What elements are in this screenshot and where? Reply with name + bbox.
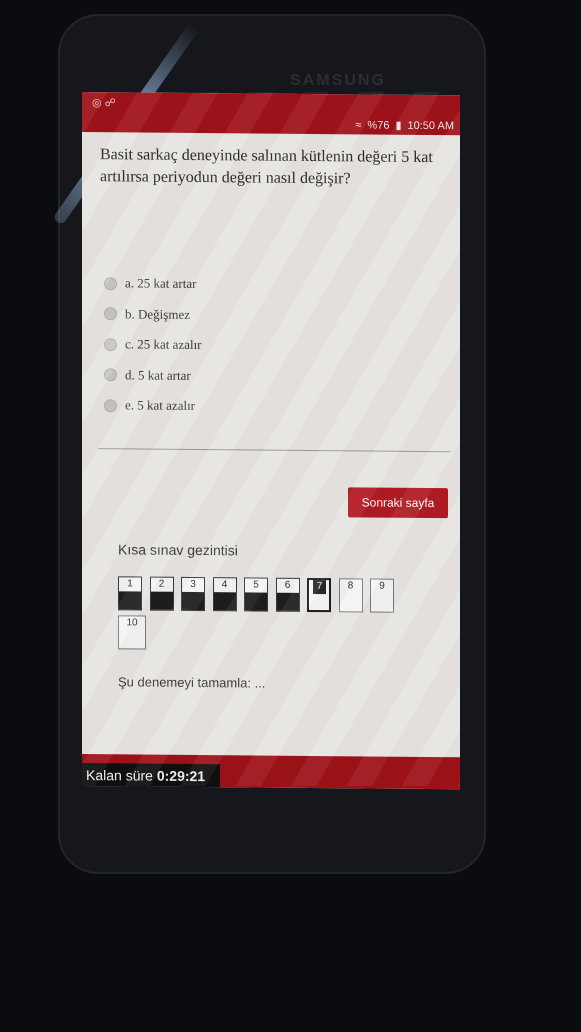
nav-row: 1 2 3 4 5 6 7 8 9 (118, 576, 418, 613)
radio-button[interactable] (104, 307, 117, 321)
question-number: 1 (127, 578, 133, 590)
option-label: b. Değişmez (125, 306, 190, 322)
question-nav-1[interactable]: 1 (118, 576, 142, 611)
option-label: a. 25 kat artar (125, 275, 197, 292)
question-nav-4[interactable]: 4 (212, 577, 237, 612)
nav-row: 10 (118, 615, 418, 652)
question-nav-10[interactable]: 10 (118, 615, 146, 650)
question-nav-5[interactable]: 5 (244, 577, 268, 612)
question-number: 7 (313, 580, 326, 595)
option-label: e. 5 kat azalır (125, 397, 196, 414)
question-number: 4 (221, 579, 228, 591)
option-b[interactable]: b. Değişmez (104, 299, 202, 330)
answer-options: a. 25 kat artar b. Değişmez c. 25 kat az… (104, 268, 202, 421)
question-text: Basit sarkaç deneyinde salınan kütlenin … (100, 146, 433, 188)
battery-level: %76 (367, 118, 390, 132)
option-a[interactable]: a. 25 kat artar (104, 268, 202, 299)
timer-value: 0:29:21 (156, 767, 206, 785)
quiz-navigation: 1 2 3 4 5 6 7 8 9 10 (118, 576, 418, 657)
option-label: c. 25 kat azalır (125, 336, 202, 353)
option-d[interactable]: d. 5 kat artar (104, 360, 202, 391)
radio-button[interactable] (104, 276, 117, 291)
finish-attempt-link[interactable]: Şu denemeyi tamamla: ... (118, 674, 265, 690)
question-nav-9[interactable]: 9 (370, 578, 394, 613)
question-number: 9 (379, 580, 385, 592)
battery-icon: ▮ (395, 119, 402, 132)
question-nav-3[interactable]: 3 (181, 576, 205, 612)
wifi-icon: ≈ (355, 118, 362, 131)
time-remaining: Kalan süre 0:29:21 (82, 763, 220, 789)
divider (98, 448, 450, 453)
question-number: 10 (126, 617, 138, 629)
notification-icons: ◎ ☍ (92, 97, 116, 110)
question-number: 2 (158, 578, 165, 590)
option-c[interactable]: c. 25 kat azalır (104, 329, 202, 360)
question-nav-8[interactable]: 8 (338, 578, 363, 613)
quiz-navigation-title: Kısa sınav gezintisi (118, 541, 238, 559)
radio-button[interactable] (104, 337, 117, 352)
radio-button[interactable] (104, 368, 117, 382)
timer-label: Kalan süre (86, 767, 153, 784)
question-number: 8 (347, 580, 354, 592)
question-nav-6[interactable]: 6 (275, 577, 300, 612)
radio-button[interactable] (104, 398, 117, 413)
option-label: d. 5 kat artar (125, 367, 191, 383)
status-bar: ◎ ☍ ≈ %76 ▮ 10:50 AM (82, 92, 460, 136)
question-nav-7[interactable]: 7 (307, 577, 331, 613)
next-page-button[interactable]: Sonraki sayfa (348, 487, 448, 519)
screen: ◎ ☍ ≈ %76 ▮ 10:50 AM Basit sarkaç deneyi… (82, 92, 460, 790)
question-number: 3 (190, 578, 196, 590)
device-brand: SAMSUNG (290, 72, 386, 89)
question-number: 6 (284, 579, 291, 591)
question-nav-2[interactable]: 2 (149, 576, 174, 611)
clock: 10:50 AM (407, 119, 454, 132)
question-number: 5 (253, 579, 259, 591)
status-right: ≈ %76 ▮ 10:50 AM (355, 118, 454, 132)
option-e[interactable]: e. 5 kat azalır (104, 390, 202, 421)
